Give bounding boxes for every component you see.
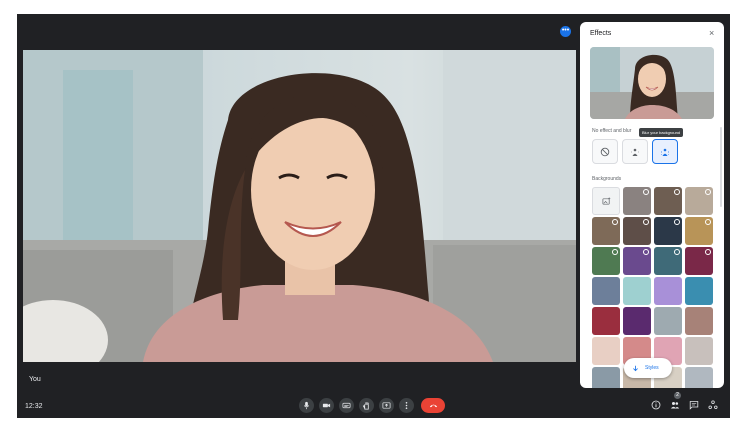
- styles-label: Styles: [645, 365, 659, 371]
- activities-icon: [708, 400, 717, 409]
- background-tile[interactable]: [623, 187, 651, 215]
- animated-badge-icon: [705, 249, 711, 255]
- microphone-button[interactable]: [299, 397, 314, 413]
- background-tile[interactable]: [685, 247, 713, 275]
- captions-icon: [342, 402, 351, 408]
- background-tile[interactable]: [685, 307, 713, 335]
- call-controls: [299, 397, 445, 413]
- leave-call-button[interactable]: [421, 397, 445, 413]
- person-blur-icon: [661, 148, 669, 156]
- animated-badge-icon: [612, 249, 618, 255]
- slight-blur-button[interactable]: [622, 139, 648, 164]
- camera-button[interactable]: [319, 397, 334, 413]
- background-tile[interactable]: [623, 217, 651, 245]
- background-tile[interactable]: [654, 217, 682, 245]
- animated-badge-icon: [674, 249, 680, 255]
- more-vert-icon: [405, 401, 408, 409]
- chat-icon: [689, 400, 698, 410]
- people-button[interactable]: 2: [669, 392, 681, 410]
- camera-icon: [322, 403, 331, 407]
- background-tile[interactable]: [592, 247, 620, 275]
- background-tile[interactable]: [592, 217, 620, 245]
- background-tile[interactable]: [654, 247, 682, 275]
- effects-panel: Effects × No effect and blur Blur your b…: [580, 22, 724, 388]
- hand-icon: [362, 401, 369, 410]
- panel-scrollbar[interactable]: [720, 127, 722, 207]
- meeting-time: 12:32: [25, 403, 43, 410]
- animated-badge-icon: [643, 189, 649, 195]
- people-icon: [670, 401, 679, 408]
- blur-tooltip: Blur your background: [639, 128, 684, 137]
- participant-name-label: You: [29, 376, 41, 383]
- backgrounds-section-label: Backgrounds: [592, 176, 622, 182]
- meeting-details-button[interactable]: [650, 399, 661, 410]
- info-icon: [651, 400, 660, 409]
- background-tile[interactable]: [685, 277, 713, 305]
- background-tile[interactable]: [592, 367, 620, 388]
- animated-badge-icon: [705, 219, 711, 225]
- background-tile[interactable]: [623, 307, 651, 335]
- meeting-side-controls: 2: [650, 392, 718, 410]
- no-effect-icon: [600, 147, 610, 156]
- background-tile[interactable]: [623, 247, 651, 275]
- animated-badge-icon: [643, 219, 649, 225]
- effects-panel-title: Effects: [590, 30, 612, 37]
- participant-video: [23, 50, 576, 362]
- mic-icon: [303, 401, 310, 409]
- background-tile[interactable]: [623, 277, 651, 305]
- effects-row: [592, 139, 678, 164]
- no-effect-button[interactable]: [592, 139, 618, 164]
- background-tile[interactable]: [592, 337, 620, 365]
- download-arrow-icon: [633, 365, 638, 371]
- background-tile[interactable]: [685, 367, 713, 388]
- people-count-badge: 2: [674, 392, 681, 399]
- animated-badge-icon: [612, 219, 618, 225]
- raise-hand-button[interactable]: [359, 397, 374, 413]
- chat-button[interactable]: [688, 399, 699, 410]
- effects-preview: [590, 47, 714, 119]
- no-effect-section-label: No effect and blur: [592, 128, 632, 134]
- person-blur-icon: [631, 148, 639, 156]
- styles-button[interactable]: Styles: [624, 358, 672, 378]
- animated-badge-icon: [674, 219, 680, 225]
- add-image-icon: [602, 196, 610, 205]
- captions-button[interactable]: [339, 397, 354, 413]
- background-tile[interactable]: [685, 217, 713, 245]
- background-tile[interactable]: [654, 277, 682, 305]
- background-tile[interactable]: [592, 277, 620, 305]
- activities-button[interactable]: [707, 399, 718, 410]
- present-button[interactable]: [379, 397, 394, 413]
- animated-badge-icon: [643, 249, 649, 255]
- background-tile[interactable]: [654, 187, 682, 215]
- background-tile[interactable]: [592, 307, 620, 335]
- background-tile[interactable]: [685, 337, 713, 365]
- self-preview-image: [590, 47, 714, 119]
- background-tile[interactable]: [685, 187, 713, 215]
- upload-background-tile[interactable]: [592, 187, 620, 215]
- end-call-icon: [429, 404, 437, 407]
- self-video-tile: [23, 50, 576, 362]
- present-icon: [382, 401, 391, 409]
- more-options-button[interactable]: [399, 397, 414, 413]
- more-options-bubble[interactable]: •••: [560, 26, 571, 37]
- close-icon[interactable]: ×: [709, 28, 714, 38]
- blur-button[interactable]: [652, 139, 678, 164]
- animated-badge-icon: [705, 189, 711, 195]
- background-tile[interactable]: [654, 307, 682, 335]
- animated-badge-icon: [674, 189, 680, 195]
